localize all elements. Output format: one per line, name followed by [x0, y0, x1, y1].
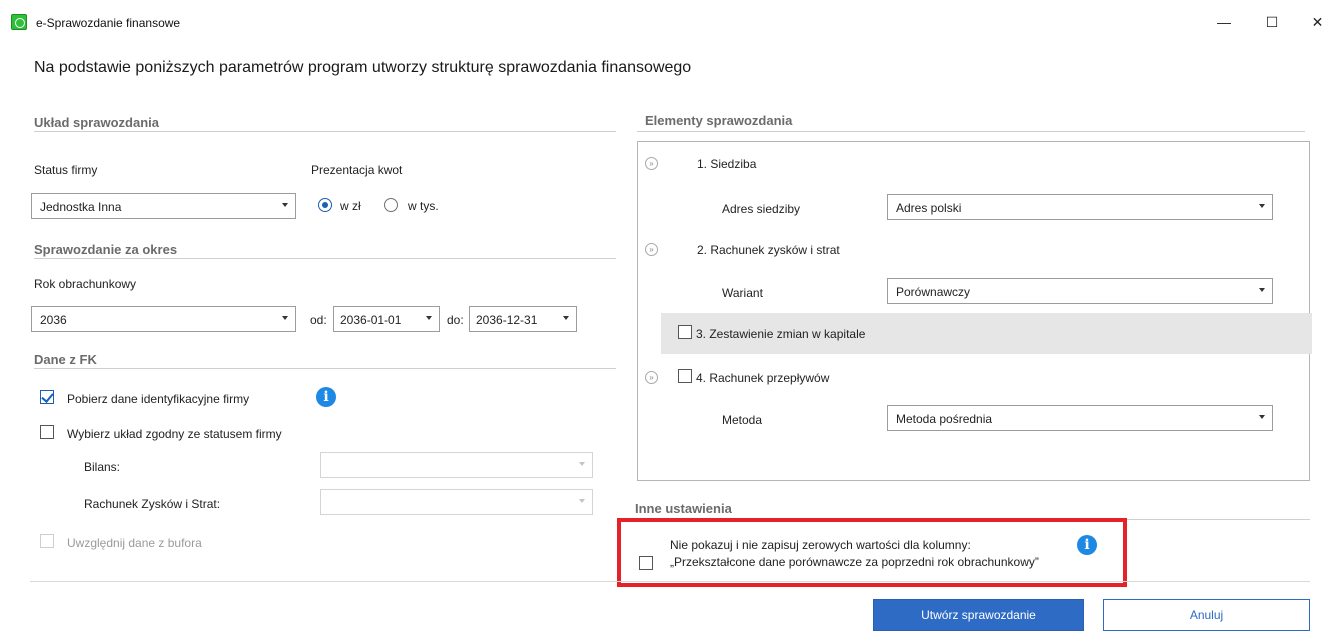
section-divider: [637, 131, 1305, 132]
metoda-select[interactable]: Metoda pośrednia: [887, 405, 1273, 431]
date-do-value: 2036-12-31: [476, 313, 538, 327]
element-siedziba-label: 1. Siedziba: [697, 157, 757, 171]
chevron-down-icon: [579, 499, 585, 503]
rok-obrachunkowy-select[interactable]: 2036: [31, 306, 296, 332]
info-icon[interactable]: i: [316, 387, 336, 407]
rok-value: 2036: [40, 313, 67, 327]
zerowe-wartosci-line2: „Przekształcone dane porównawcze za popr…: [670, 555, 1039, 569]
radio-w-tys-label: w tys.: [408, 199, 439, 213]
window-title: e-Sprawozdanie finansowe: [36, 16, 181, 30]
highlight-frame: [617, 518, 1127, 587]
adres-siedziby-label: Adres siedziby: [722, 202, 801, 216]
section-divider: [34, 368, 616, 369]
status-firmy-label: Status firmy: [34, 163, 98, 177]
title-bar: e-Sprawozdanie finansowe — ☐ ✕: [0, 0, 1327, 48]
footer-divider: [30, 581, 1310, 582]
cancel-button[interactable]: Anuluj: [1103, 599, 1310, 631]
page-headline: Na podstawie poniższych parametrów progr…: [34, 59, 692, 76]
do-label: do:: [447, 313, 464, 327]
metoda-value: Metoda pośrednia: [896, 412, 993, 426]
section-title-okres: Sprawozdanie za okres: [34, 242, 178, 257]
element-przeplywy-label: 4. Rachunek przepływów: [696, 371, 830, 385]
section-title-elementy: Elementy sprawozdania: [645, 113, 793, 128]
collapse-icon[interactable]: »: [645, 157, 658, 170]
rachunek-przeplywow-checkbox[interactable]: [678, 369, 692, 383]
app-icon: [11, 14, 27, 30]
status-firmy-value: Jednostka Inna: [40, 200, 122, 214]
maximize-button[interactable]: ☐: [1262, 12, 1282, 32]
rzis-select[interactable]: [320, 489, 593, 515]
pobierz-dane-label: Pobierz dane identyfikacyjne firmy: [67, 392, 250, 406]
chevron-down-icon: [1259, 204, 1265, 208]
radio-w-zl[interactable]: [318, 198, 332, 212]
bilans-select[interactable]: [320, 452, 593, 478]
bufor-label: Uwzględnij dane z bufora: [67, 536, 202, 550]
wariant-select[interactable]: Porównawczy: [887, 278, 1273, 304]
create-report-button[interactable]: Utwórz sprawozdanie: [873, 599, 1084, 631]
wariant-value: Porównawczy: [896, 285, 971, 299]
wybierz-uklad-checkbox[interactable]: [40, 425, 54, 439]
zerowe-wartosci-line1: Nie pokazuj i nie zapisuj zerowych warto…: [670, 538, 971, 552]
adres-siedziby-select[interactable]: Adres polski: [887, 194, 1273, 220]
section-title-fk: Dane z FK: [34, 352, 97, 367]
section-divider: [34, 131, 616, 132]
zestawienie-zmian-checkbox[interactable]: [678, 325, 692, 339]
close-button[interactable]: ✕: [1308, 12, 1327, 32]
section-title-inne: Inne ustawienia: [635, 501, 732, 516]
section-divider: [34, 258, 616, 259]
status-firmy-select[interactable]: Jednostka Inna: [31, 193, 296, 219]
date-od-picker[interactable]: 2036-01-01: [333, 306, 440, 332]
bilans-label: Bilans:: [84, 460, 121, 474]
chevron-down-icon: [426, 316, 432, 320]
metoda-label: Metoda: [722, 413, 763, 427]
rzis-label: Rachunek Zysków i Strat:: [84, 497, 221, 511]
pobierz-dane-checkbox[interactable]: [40, 390, 54, 404]
wybierz-uklad-label: Wybierz układ zgodny ze statusem firmy: [67, 427, 282, 441]
chevron-down-icon: [282, 203, 288, 207]
section-title-uklad: Układ sprawozdania: [34, 115, 159, 130]
rok-obrachunkowy-label: Rok obrachunkowy: [34, 277, 137, 291]
chevron-down-icon: [1259, 415, 1265, 419]
od-label: od:: [310, 313, 327, 327]
chevron-down-icon: [282, 316, 288, 320]
date-do-picker[interactable]: 2036-12-31: [469, 306, 577, 332]
chevron-down-icon: [579, 462, 585, 466]
collapse-icon[interactable]: »: [645, 243, 658, 256]
bufor-checkbox[interactable]: [40, 534, 54, 548]
element-rzis-label: 2. Rachunek zysków i strat: [697, 243, 840, 257]
collapse-icon[interactable]: »: [645, 371, 658, 384]
minimize-button[interactable]: —: [1214, 12, 1234, 32]
radio-w-zl-label: w zł: [340, 199, 361, 213]
prezentacja-kwot-label: Prezentacja kwot: [311, 163, 403, 177]
radio-w-tys[interactable]: [384, 198, 398, 212]
wariant-label: Wariant: [722, 286, 763, 300]
chevron-down-icon: [563, 316, 569, 320]
info-icon[interactable]: i: [1077, 535, 1097, 555]
date-od-value: 2036-01-01: [340, 313, 402, 327]
zerowe-wartosci-checkbox[interactable]: [639, 556, 653, 570]
chevron-down-icon: [1259, 288, 1265, 292]
adres-siedziby-value: Adres polski: [896, 201, 962, 215]
element-zestawienie-label: 3. Zestawienie zmian w kapitale: [696, 327, 866, 341]
